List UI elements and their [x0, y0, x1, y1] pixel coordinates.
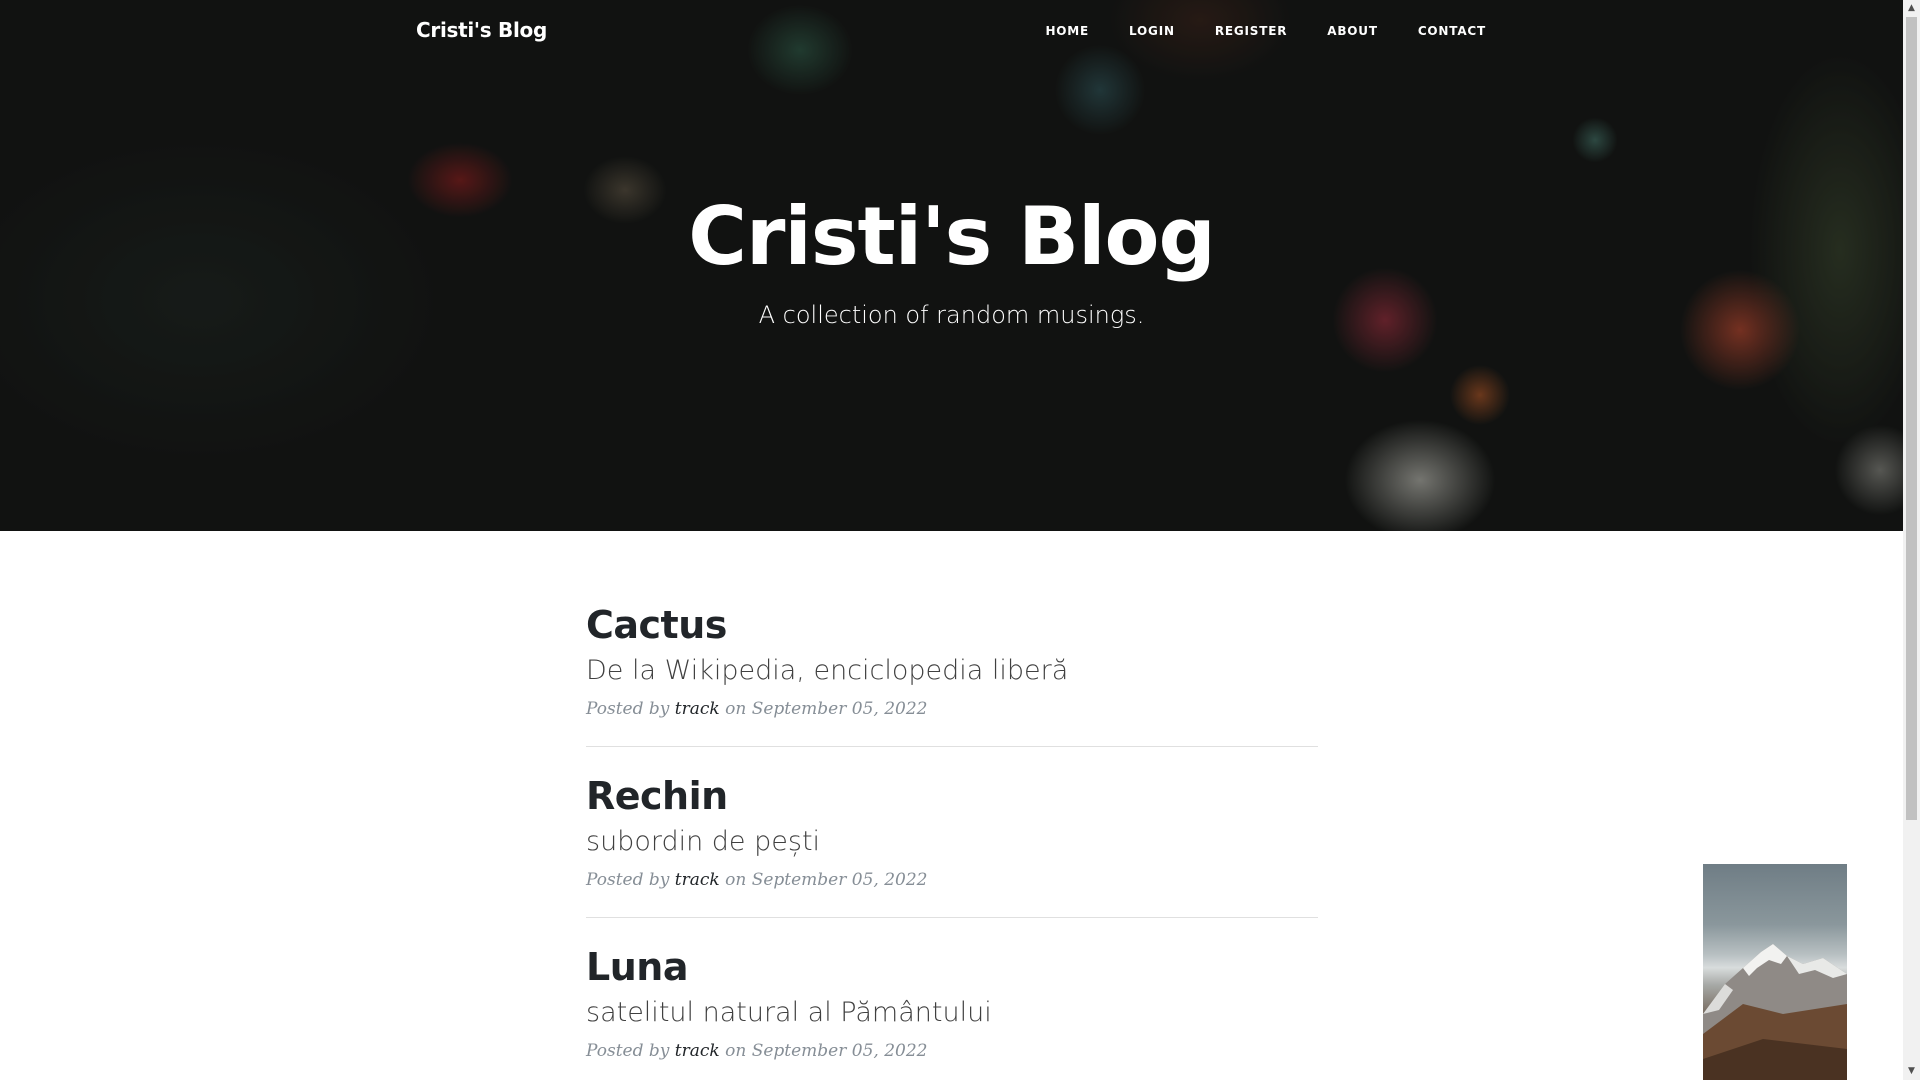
post-title[interactable]: Luna	[586, 945, 1318, 991]
post-list: Cactus De la Wikipedia, enciclopedia lib…	[586, 603, 1318, 1080]
mountain-thumbnail-image[interactable]	[1703, 864, 1847, 1080]
post-meta-prefix: Posted by	[586, 869, 670, 890]
post-preview[interactable]: Cactus De la Wikipedia, enciclopedia lib…	[586, 603, 1318, 747]
nav-link-contact[interactable]: CONTACT	[1398, 24, 1486, 38]
hero-title: Cristi's Blog	[688, 190, 1215, 283]
vertical-scrollbar[interactable]: ▲ ▼	[1903, 0, 1920, 1080]
nav-brand-link[interactable]: Cristi's Blog	[416, 18, 547, 42]
post-title[interactable]: Cactus	[586, 603, 1318, 649]
nav-link-about[interactable]: ABOUT	[1307, 24, 1398, 38]
post-preview[interactable]: Luna satelitul natural al Pământului Pos…	[586, 945, 1318, 1080]
post-meta-prefix: Posted by	[586, 1040, 670, 1061]
scrollbar-thumb[interactable]	[1906, 17, 1917, 820]
post-meta: Posted by track on September 05, 2022	[586, 1041, 1318, 1061]
scroll-down-arrow-icon[interactable]: ▼	[1903, 1063, 1920, 1080]
page: Cristi's Blog HOME LOGIN REGISTER ABOUT …	[0, 0, 1920, 1080]
main-navigation: HOME LOGIN REGISTER ABOUT CONTACT	[1025, 24, 1486, 38]
post-meta: Posted by track on September 05, 2022	[586, 699, 1318, 719]
post-meta-prefix: Posted by	[586, 698, 670, 719]
post-preview[interactable]: Rechin subordin de pești Posted by track…	[586, 774, 1318, 918]
post-subtitle[interactable]: De la Wikipedia, enciclopedia liberă	[586, 655, 1318, 687]
mountain-icon	[1703, 944, 1847, 1080]
post-meta-date: on September 05, 2022	[725, 698, 928, 719]
post-meta-date: on September 05, 2022	[725, 869, 928, 890]
post-title[interactable]: Rechin	[586, 774, 1318, 820]
hero-subtitle: A collection of random musings.	[758, 301, 1145, 329]
browser-viewport: Cristi's Blog HOME LOGIN REGISTER ABOUT …	[0, 0, 1903, 1080]
post-author-link[interactable]: track	[675, 1041, 720, 1061]
scroll-up-arrow-icon[interactable]: ▲	[1903, 0, 1920, 17]
post-author-link[interactable]: track	[675, 699, 720, 719]
post-subtitle[interactable]: satelitul natural al Pământului	[586, 997, 1318, 1029]
hero-header: Cristi's Blog HOME LOGIN REGISTER ABOUT …	[0, 0, 1903, 531]
nav-link-home[interactable]: HOME	[1025, 24, 1109, 38]
post-author-link[interactable]: track	[675, 870, 720, 890]
post-meta-date: on September 05, 2022	[725, 1040, 928, 1061]
post-meta: Posted by track on September 05, 2022	[586, 870, 1318, 890]
post-subtitle[interactable]: subordin de pești	[586, 826, 1318, 858]
nav-link-register[interactable]: REGISTER	[1195, 24, 1307, 38]
nav-link-login[interactable]: LOGIN	[1109, 24, 1195, 38]
